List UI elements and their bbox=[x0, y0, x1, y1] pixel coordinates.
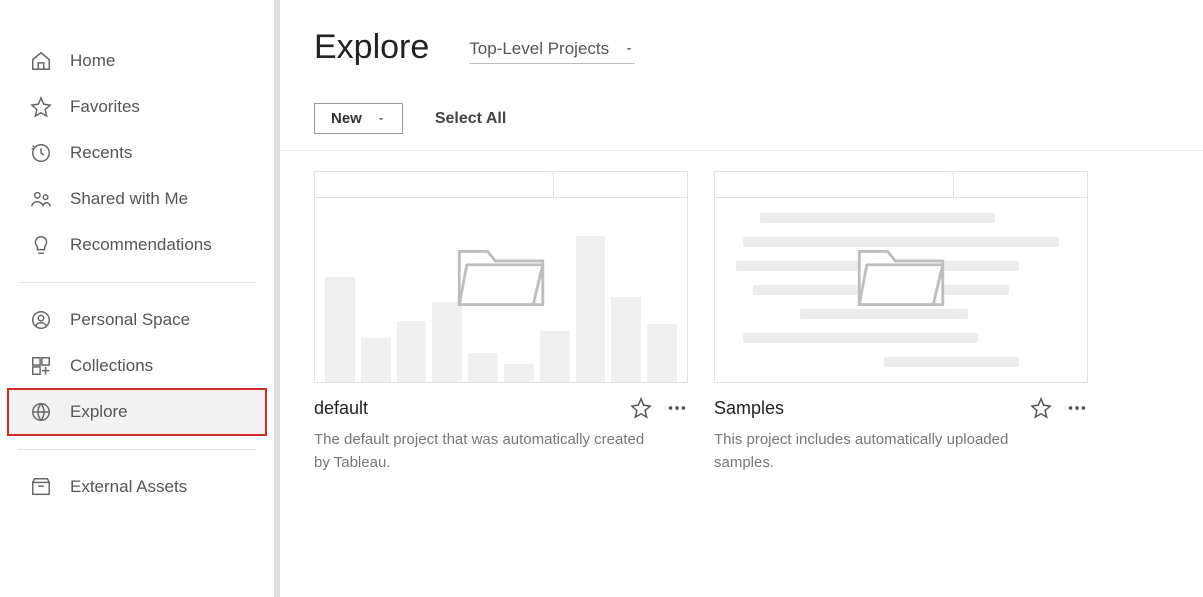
home-icon bbox=[30, 50, 52, 72]
breadcrumb-label: Top-Level Projects bbox=[469, 39, 609, 59]
sidebar-item-recents[interactable]: Recents bbox=[8, 130, 266, 176]
people-icon bbox=[30, 188, 52, 210]
project-description: The default project that was automatical… bbox=[314, 429, 664, 474]
divider bbox=[18, 282, 256, 283]
grid-icon bbox=[30, 355, 52, 377]
project-thumbnail bbox=[714, 171, 1088, 383]
more-actions-icon[interactable] bbox=[666, 397, 688, 419]
star-icon bbox=[30, 96, 52, 118]
project-title: Samples bbox=[714, 398, 784, 419]
new-button-label: New bbox=[331, 110, 362, 127]
main-content: Explore Top-Level Projects New Select Al… bbox=[280, 0, 1203, 597]
select-all-button[interactable]: Select All bbox=[435, 110, 506, 128]
project-card[interactable]: default The default project that was aut… bbox=[314, 171, 688, 474]
sidebar-item-label: Explore bbox=[70, 402, 128, 422]
globe-icon bbox=[30, 401, 52, 423]
sidebar-item-favorites[interactable]: Favorites bbox=[8, 84, 266, 130]
breadcrumb-dropdown[interactable]: Top-Level Projects bbox=[469, 39, 635, 64]
project-description: This project includes automatically uplo… bbox=[714, 429, 1064, 474]
sidebar: Home Favorites Recents Shared with Me Re… bbox=[0, 0, 280, 597]
folder-icon bbox=[453, 236, 549, 310]
sidebar-item-label: Collections bbox=[70, 356, 153, 376]
bulb-icon bbox=[30, 234, 52, 256]
sidebar-item-collections[interactable]: Collections bbox=[8, 343, 266, 389]
chevron-down-icon bbox=[376, 114, 386, 124]
sidebar-item-shared[interactable]: Shared with Me bbox=[8, 176, 266, 222]
favorite-star-icon[interactable] bbox=[1030, 397, 1052, 419]
project-thumbnail bbox=[314, 171, 688, 383]
box-icon bbox=[30, 476, 52, 498]
sidebar-item-label: External Assets bbox=[70, 477, 187, 497]
sidebar-item-home[interactable]: Home bbox=[8, 38, 266, 84]
sidebar-item-personal-space[interactable]: Personal Space bbox=[8, 297, 266, 343]
person-icon bbox=[30, 309, 52, 331]
favorite-star-icon[interactable] bbox=[630, 397, 652, 419]
folder-icon bbox=[853, 236, 949, 310]
more-actions-icon[interactable] bbox=[1066, 397, 1088, 419]
sidebar-item-label: Personal Space bbox=[70, 310, 190, 330]
sidebar-item-external-assets[interactable]: External Assets bbox=[8, 464, 266, 510]
project-title: default bbox=[314, 398, 368, 419]
sidebar-item-label: Recents bbox=[70, 143, 132, 163]
sidebar-item-label: Shared with Me bbox=[70, 189, 188, 209]
project-card[interactable]: Samples This project includes automatica… bbox=[714, 171, 1088, 474]
divider bbox=[18, 449, 256, 450]
sidebar-item-label: Favorites bbox=[70, 97, 140, 117]
sidebar-item-recommendations[interactable]: Recommendations bbox=[8, 222, 266, 268]
sidebar-item-label: Home bbox=[70, 51, 115, 71]
new-button[interactable]: New bbox=[314, 103, 403, 134]
sidebar-item-explore[interactable]: Explore bbox=[8, 389, 266, 435]
clock-icon bbox=[30, 142, 52, 164]
sidebar-item-label: Recommendations bbox=[70, 235, 212, 255]
page-title: Explore bbox=[314, 28, 429, 67]
chevron-down-icon bbox=[623, 43, 635, 55]
